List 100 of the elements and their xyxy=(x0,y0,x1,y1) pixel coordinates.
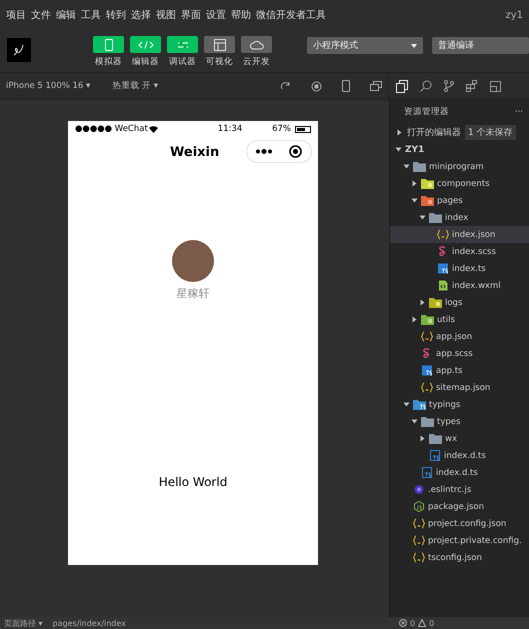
file-name: index.scss xyxy=(452,246,496,256)
mode-dropdown[interactable]: 小程序模式 xyxy=(307,37,423,54)
tree-item[interactable]: app.json xyxy=(390,328,529,345)
project-section[interactable]: ZY1 xyxy=(390,141,529,158)
caret-down-icon[interactable] xyxy=(411,418,418,425)
tree-item[interactable]: .eslintrc.js xyxy=(390,481,529,498)
caret-down-icon[interactable] xyxy=(419,214,426,221)
close-target-icon[interactable] xyxy=(289,145,302,158)
menu-item[interactable]: 界面 xyxy=(181,8,201,22)
stop-icon[interactable] xyxy=(311,80,322,92)
user-name[interactable]: zy1 xyxy=(505,10,523,20)
caret-right-icon[interactable] xyxy=(396,128,403,136)
capsule-button[interactable] xyxy=(246,140,312,163)
menu-item[interactable]: 微信开发者工具 xyxy=(256,8,326,22)
tree-item[interactable]: index xyxy=(390,209,529,226)
menu-item[interactable]: 视图 xyxy=(156,8,176,22)
tree-item[interactable]: tsconfig.json xyxy=(390,549,529,566)
menu-item[interactable]: 编辑 xyxy=(56,8,76,22)
braces-icon xyxy=(413,535,425,546)
tree-item[interactable]: index.json xyxy=(390,226,529,243)
toolbar-button[interactable] xyxy=(167,36,198,53)
file-name: sitemap.json xyxy=(436,382,490,392)
file-name: index.d.ts xyxy=(444,450,486,460)
caret-right-icon[interactable] xyxy=(411,180,418,187)
files-icon[interactable] xyxy=(396,80,408,92)
caret-down-icon[interactable] xyxy=(403,401,410,408)
toolbar-button[interactable] xyxy=(241,36,272,53)
tree-item[interactable]: logs xyxy=(390,294,529,311)
folder-icon xyxy=(429,433,442,444)
tree-item[interactable]: types xyxy=(390,413,529,430)
menu-item[interactable]: 项目 xyxy=(6,8,26,22)
more-icon[interactable] xyxy=(256,149,272,154)
tree-item[interactable]: index.ts xyxy=(390,260,529,277)
menu-item[interactable]: 工具 xyxy=(81,8,101,22)
carrier-label: ●●●●● WeChat xyxy=(75,124,148,134)
wxml-file-icon xyxy=(437,280,449,291)
warning-count[interactable]: 0 xyxy=(429,618,434,628)
phone-icon[interactable] xyxy=(342,80,350,92)
tree-item[interactable]: typings xyxy=(390,396,529,413)
phone-icon xyxy=(104,38,114,50)
blocks-icon[interactable] xyxy=(466,80,478,92)
save-icon[interactable] xyxy=(490,80,501,92)
file-name: app.ts xyxy=(436,366,462,376)
unsaved-badge: 1 个未保存 xyxy=(465,124,516,140)
caret-down-icon[interactable] xyxy=(411,197,418,204)
hot-reload-toggle[interactable]: 热重载 开 ▾ xyxy=(112,80,158,92)
compile-dropdown[interactable]: 普通编译 xyxy=(432,37,529,54)
tree-item[interactable]: index.d.ts xyxy=(390,464,529,481)
device-selector[interactable]: iPhone 5 100% 16 ▾ xyxy=(6,81,90,91)
windows-icon[interactable] xyxy=(370,80,382,92)
menu-item[interactable]: 选择 xyxy=(131,8,151,22)
tree-item[interactable]: index.d.ts xyxy=(390,447,529,464)
explorer-title: 资源管理器 xyxy=(404,106,449,118)
tree-item[interactable]: index.wxml xyxy=(390,277,529,294)
folder-icon xyxy=(413,399,426,410)
tree-item[interactable]: project.config.json xyxy=(390,515,529,532)
menu-item[interactable]: 文件 xyxy=(31,8,51,22)
tree-item[interactable]: utils xyxy=(390,311,529,328)
error-icon xyxy=(399,619,407,627)
search-icon[interactable] xyxy=(420,80,432,92)
page-path-selector[interactable]: 页面路径 ▾ xyxy=(4,618,43,628)
tree-item[interactable]: sitemap.json xyxy=(390,379,529,396)
tree-item[interactable]: app.ts xyxy=(390,362,529,379)
tree-item[interactable]: index.scss xyxy=(390,243,529,260)
ts-file-icon xyxy=(421,467,433,478)
caret-right-icon[interactable] xyxy=(411,316,418,323)
ts-file-icon xyxy=(429,450,441,461)
tree-item[interactable]: components xyxy=(390,175,529,192)
branch-icon[interactable] xyxy=(444,80,454,92)
ts-file-icon xyxy=(421,365,433,376)
toolbar-label: 编辑器 xyxy=(132,56,159,68)
page-path: pages/index/index xyxy=(52,618,126,628)
layout-icon xyxy=(214,38,226,50)
file-name: index xyxy=(445,212,468,222)
menu-item[interactable]: 转到 xyxy=(106,8,126,22)
tree-item[interactable]: project.private.config. xyxy=(390,532,529,549)
app-logo[interactable] xyxy=(7,38,31,62)
caret-right-icon[interactable] xyxy=(419,299,426,306)
caret-down-icon xyxy=(411,44,417,48)
caret-down-icon[interactable] xyxy=(403,163,410,170)
folder-icon xyxy=(421,178,434,189)
toolbar-button[interactable] xyxy=(204,36,235,53)
tree-item[interactable]: pages xyxy=(390,192,529,209)
tree-item[interactable]: wx xyxy=(390,430,529,447)
error-count[interactable]: 0 xyxy=(410,618,416,628)
tree-item[interactable]: app.scss xyxy=(390,345,529,362)
caret-right-icon[interactable] xyxy=(419,435,426,442)
battery-icon xyxy=(295,126,311,132)
menu-item[interactable]: 设置 xyxy=(206,8,226,22)
caret-down-icon[interactable] xyxy=(395,146,402,153)
open-editors-header[interactable]: 打开的编辑器 xyxy=(407,126,461,138)
tree-item[interactable]: package.json xyxy=(390,498,529,515)
file-name: index.ts xyxy=(452,264,486,274)
menu-item[interactable]: 帮助 xyxy=(231,8,251,22)
tree-item[interactable]: miniprogram xyxy=(390,158,529,175)
refresh-icon[interactable] xyxy=(280,80,291,92)
file-name: logs xyxy=(445,298,462,308)
sliders-icon xyxy=(176,40,188,50)
more-button[interactable]: ··· xyxy=(514,107,523,117)
file-name: index.json xyxy=(452,230,496,240)
